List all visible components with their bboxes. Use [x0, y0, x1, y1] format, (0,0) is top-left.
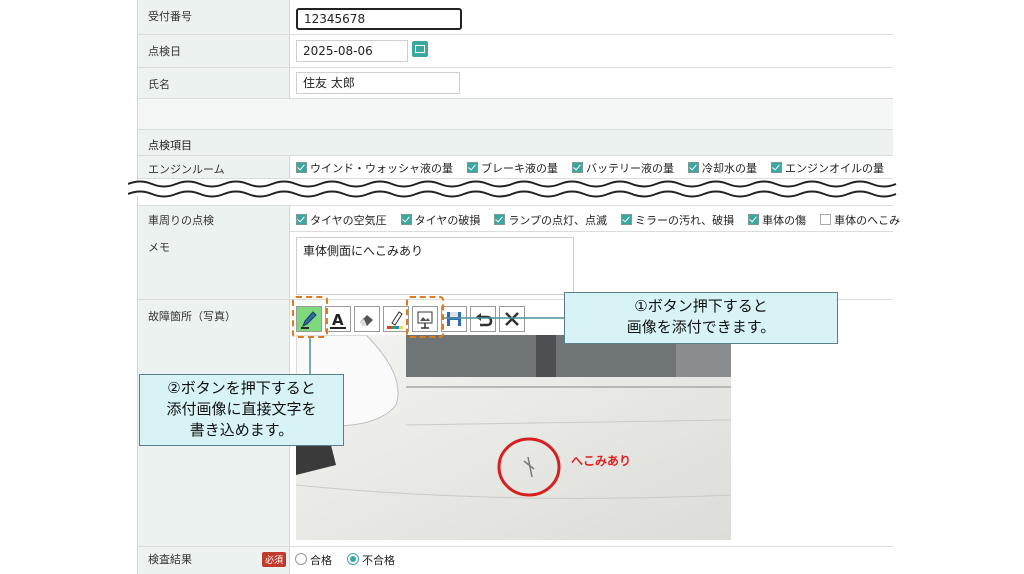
callout-2-line-2: 添付画像に直接文字を — [166, 400, 317, 418]
callout-write-text: ②ボタンを押下すると 添付画像に直接文字を 書き込めます。 — [139, 374, 344, 446]
callout-1-line-1: ①ボタン押下すると — [634, 297, 768, 315]
callout-attach-image: ①ボタン押下すると 画像を添付できます。 — [564, 292, 838, 344]
callout-1-line-2: 画像を添付できます。 — [626, 318, 776, 336]
callout-2-line-1: ②ボタンを押下すると — [167, 379, 316, 397]
callout-connectors — [309, 317, 566, 374]
callout-2-line-3: 書き込めます。 — [189, 421, 294, 439]
